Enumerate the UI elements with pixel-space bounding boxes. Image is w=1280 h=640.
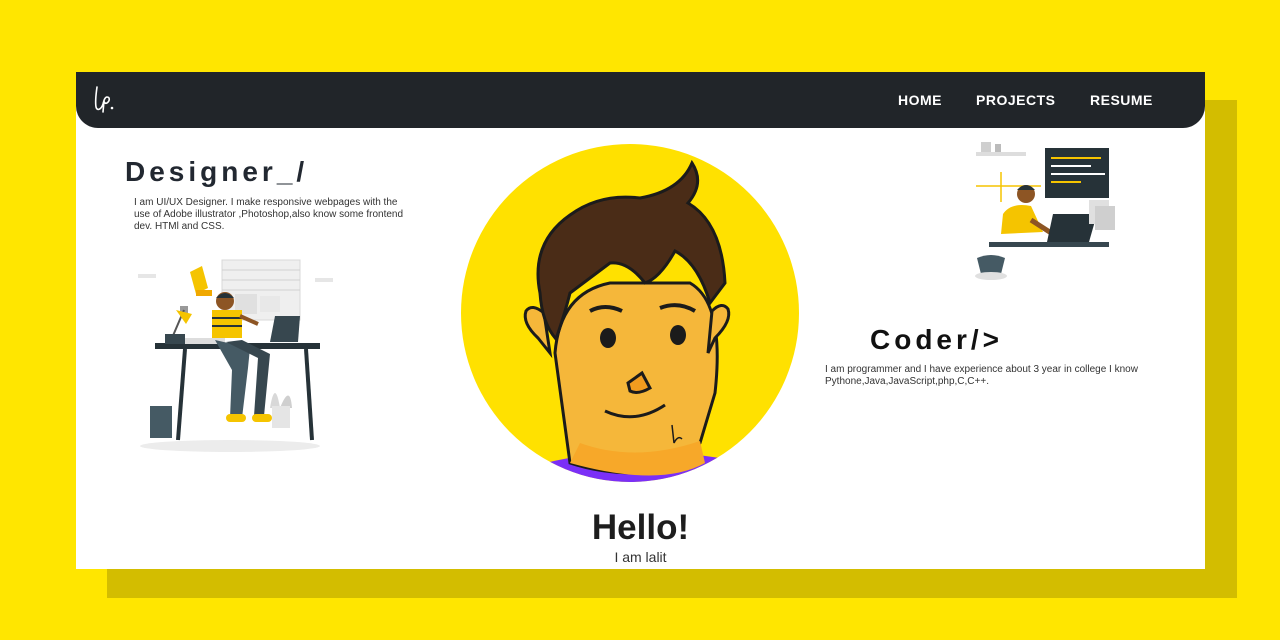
nav-projects-link[interactable]: PROJECTS [976, 92, 1055, 108]
coder-illustration [975, 142, 1115, 280]
hero-title: Hello! [591, 508, 690, 547]
logo-icon[interactable] [90, 84, 116, 114]
designer-description: I am UI/UX Designer. I make responsive w… [134, 197, 404, 232]
coder-description: I am programmer and I have experience ab… [825, 364, 1138, 387]
navbar: HOME PROJECTS RESUME [76, 72, 1205, 128]
nav-home-link[interactable]: HOME [898, 92, 942, 108]
avatar-portrait [461, 144, 799, 482]
website-frame: HOME PROJECTS RESUME Designer_/ I am UI/… [76, 72, 1205, 569]
nav-resume-link[interactable]: RESUME [1090, 92, 1153, 108]
designer-heading: Designer_/ [125, 156, 309, 187]
designer-illustration [138, 259, 333, 452]
hero-subtitle: I am lalit [614, 549, 667, 565]
coder-heading: Coder/> [870, 324, 1004, 355]
